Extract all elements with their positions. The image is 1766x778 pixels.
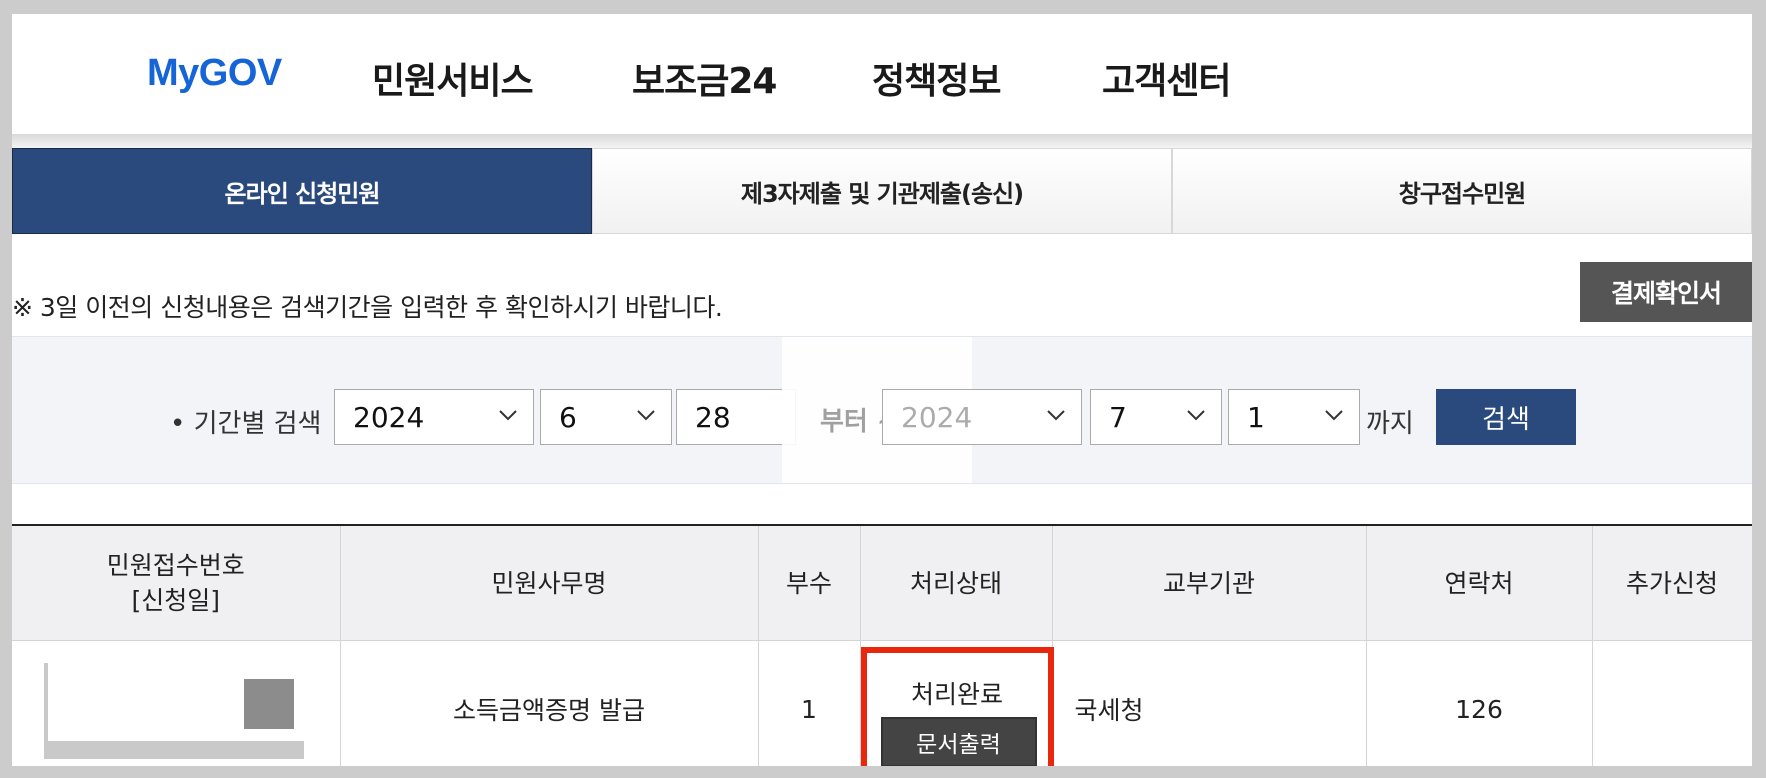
table-row: 소득금액증명 발급 1 처리완료 문서출력 국세청 126 (12, 640, 1752, 766)
top-navigation: MyGOV 민원서비스 보조금24 정책정보 고객센터 (12, 14, 1752, 134)
status-highlight-box: 처리완료 문서출력 (860, 647, 1054, 766)
header-contact: 연락처 (1366, 526, 1593, 641)
header-issuing-agency: 교부기관 (1052, 526, 1367, 641)
header-receipt-line2: [신청일] (131, 586, 220, 615)
header-additional-request: 추가신청 (1592, 526, 1752, 641)
copies-cell: 1 (758, 640, 861, 766)
chevron-down-icon (637, 410, 655, 421)
chevron-down-icon (1325, 410, 1343, 421)
chevron-down-icon (1047, 410, 1065, 421)
header-copies: 부수 (758, 526, 861, 641)
payment-receipt-button[interactable]: 결제확인서 (1580, 262, 1752, 322)
contact-cell: 126 (1366, 640, 1593, 766)
nav-subsidy24[interactable]: 보조금24 (632, 52, 777, 104)
header-service-name: 민원사무명 (340, 526, 759, 641)
period-search-label: • 기간별 검색 (170, 409, 322, 439)
header-receipt-line1: 민원접수번호 (106, 551, 245, 580)
page: MyGOV 민원서비스 보조금24 정책정보 고객센터 온라인 신청민원 제3자… (12, 14, 1752, 766)
status-text: 처리완료 (910, 680, 1003, 709)
nav-civil-service[interactable]: 민원서비스 (372, 52, 534, 104)
tab-bar: 온라인 신청민원 제3자제출 및 기관제출(송신) 창구접수민원 (12, 148, 1752, 236)
end-year-value: 2024 (901, 400, 973, 434)
receipt-number-cell (12, 640, 341, 766)
nav-policy-info[interactable]: 정책정보 (872, 52, 1001, 104)
header-receipt-number: 민원접수번호 [신청일] (12, 526, 341, 641)
tab-online-application[interactable]: 온라인 신청민원 (12, 148, 592, 234)
table-header-row: 민원접수번호 [신청일] 민원사무명 부수 처리상태 교부기관 연락처 추가신청 (12, 526, 1752, 641)
start-day-select[interactable]: 28 (676, 389, 796, 445)
start-month-select[interactable]: 6 (540, 389, 672, 445)
mygov-logo-link[interactable]: MyGOV (147, 52, 282, 95)
tab-counter-reception[interactable]: 창구접수민원 (1172, 148, 1752, 234)
end-day-value: 1 (1247, 400, 1265, 434)
end-month-value: 7 (1109, 400, 1127, 434)
additional-request-cell (1592, 640, 1752, 766)
end-day-select[interactable]: 1 (1228, 389, 1360, 445)
issuing-agency-cell: 국세청 (1052, 640, 1367, 766)
until-label: 까지 (1366, 409, 1414, 439)
notice-text: ※ 3일 이전의 신청내용은 검색기간을 입력한 후 확인하시기 바랍니다. (12, 293, 723, 322)
results-table: 민원접수번호 [신청일] 민원사무명 부수 처리상태 교부기관 연락처 추가신청… (12, 524, 1752, 766)
start-year-value: 2024 (353, 400, 425, 434)
status-cell: 처리완료 문서출력 (860, 640, 1054, 766)
search-button[interactable]: 검색 (1436, 389, 1576, 445)
print-document-button[interactable]: 문서출력 (880, 717, 1037, 766)
start-month-value: 6 (559, 400, 577, 434)
redacted-block (44, 663, 48, 751)
chevron-down-icon (1187, 410, 1205, 421)
service-name-cell: 소득금액증명 발급 (340, 640, 759, 766)
start-year-select[interactable]: 2024 (334, 389, 534, 445)
end-month-select[interactable]: 7 (1090, 389, 1222, 445)
nav-divider (12, 134, 1752, 148)
start-day-value: 28 (695, 400, 731, 434)
header-status: 처리상태 (860, 526, 1053, 641)
period-search-panel: • 기간별 검색 2024 6 28 부터 ~ 2024 7 1 까지 검색 (12, 336, 1752, 484)
redacted-block (44, 741, 304, 759)
nav-customer-center[interactable]: 고객센터 (1102, 52, 1231, 104)
tab-third-party-submission[interactable]: 제3자제출 및 기관제출(송신) (592, 148, 1172, 234)
redacted-block (244, 679, 294, 729)
chevron-down-icon (499, 410, 517, 421)
end-year-select[interactable]: 2024 (882, 389, 1082, 445)
